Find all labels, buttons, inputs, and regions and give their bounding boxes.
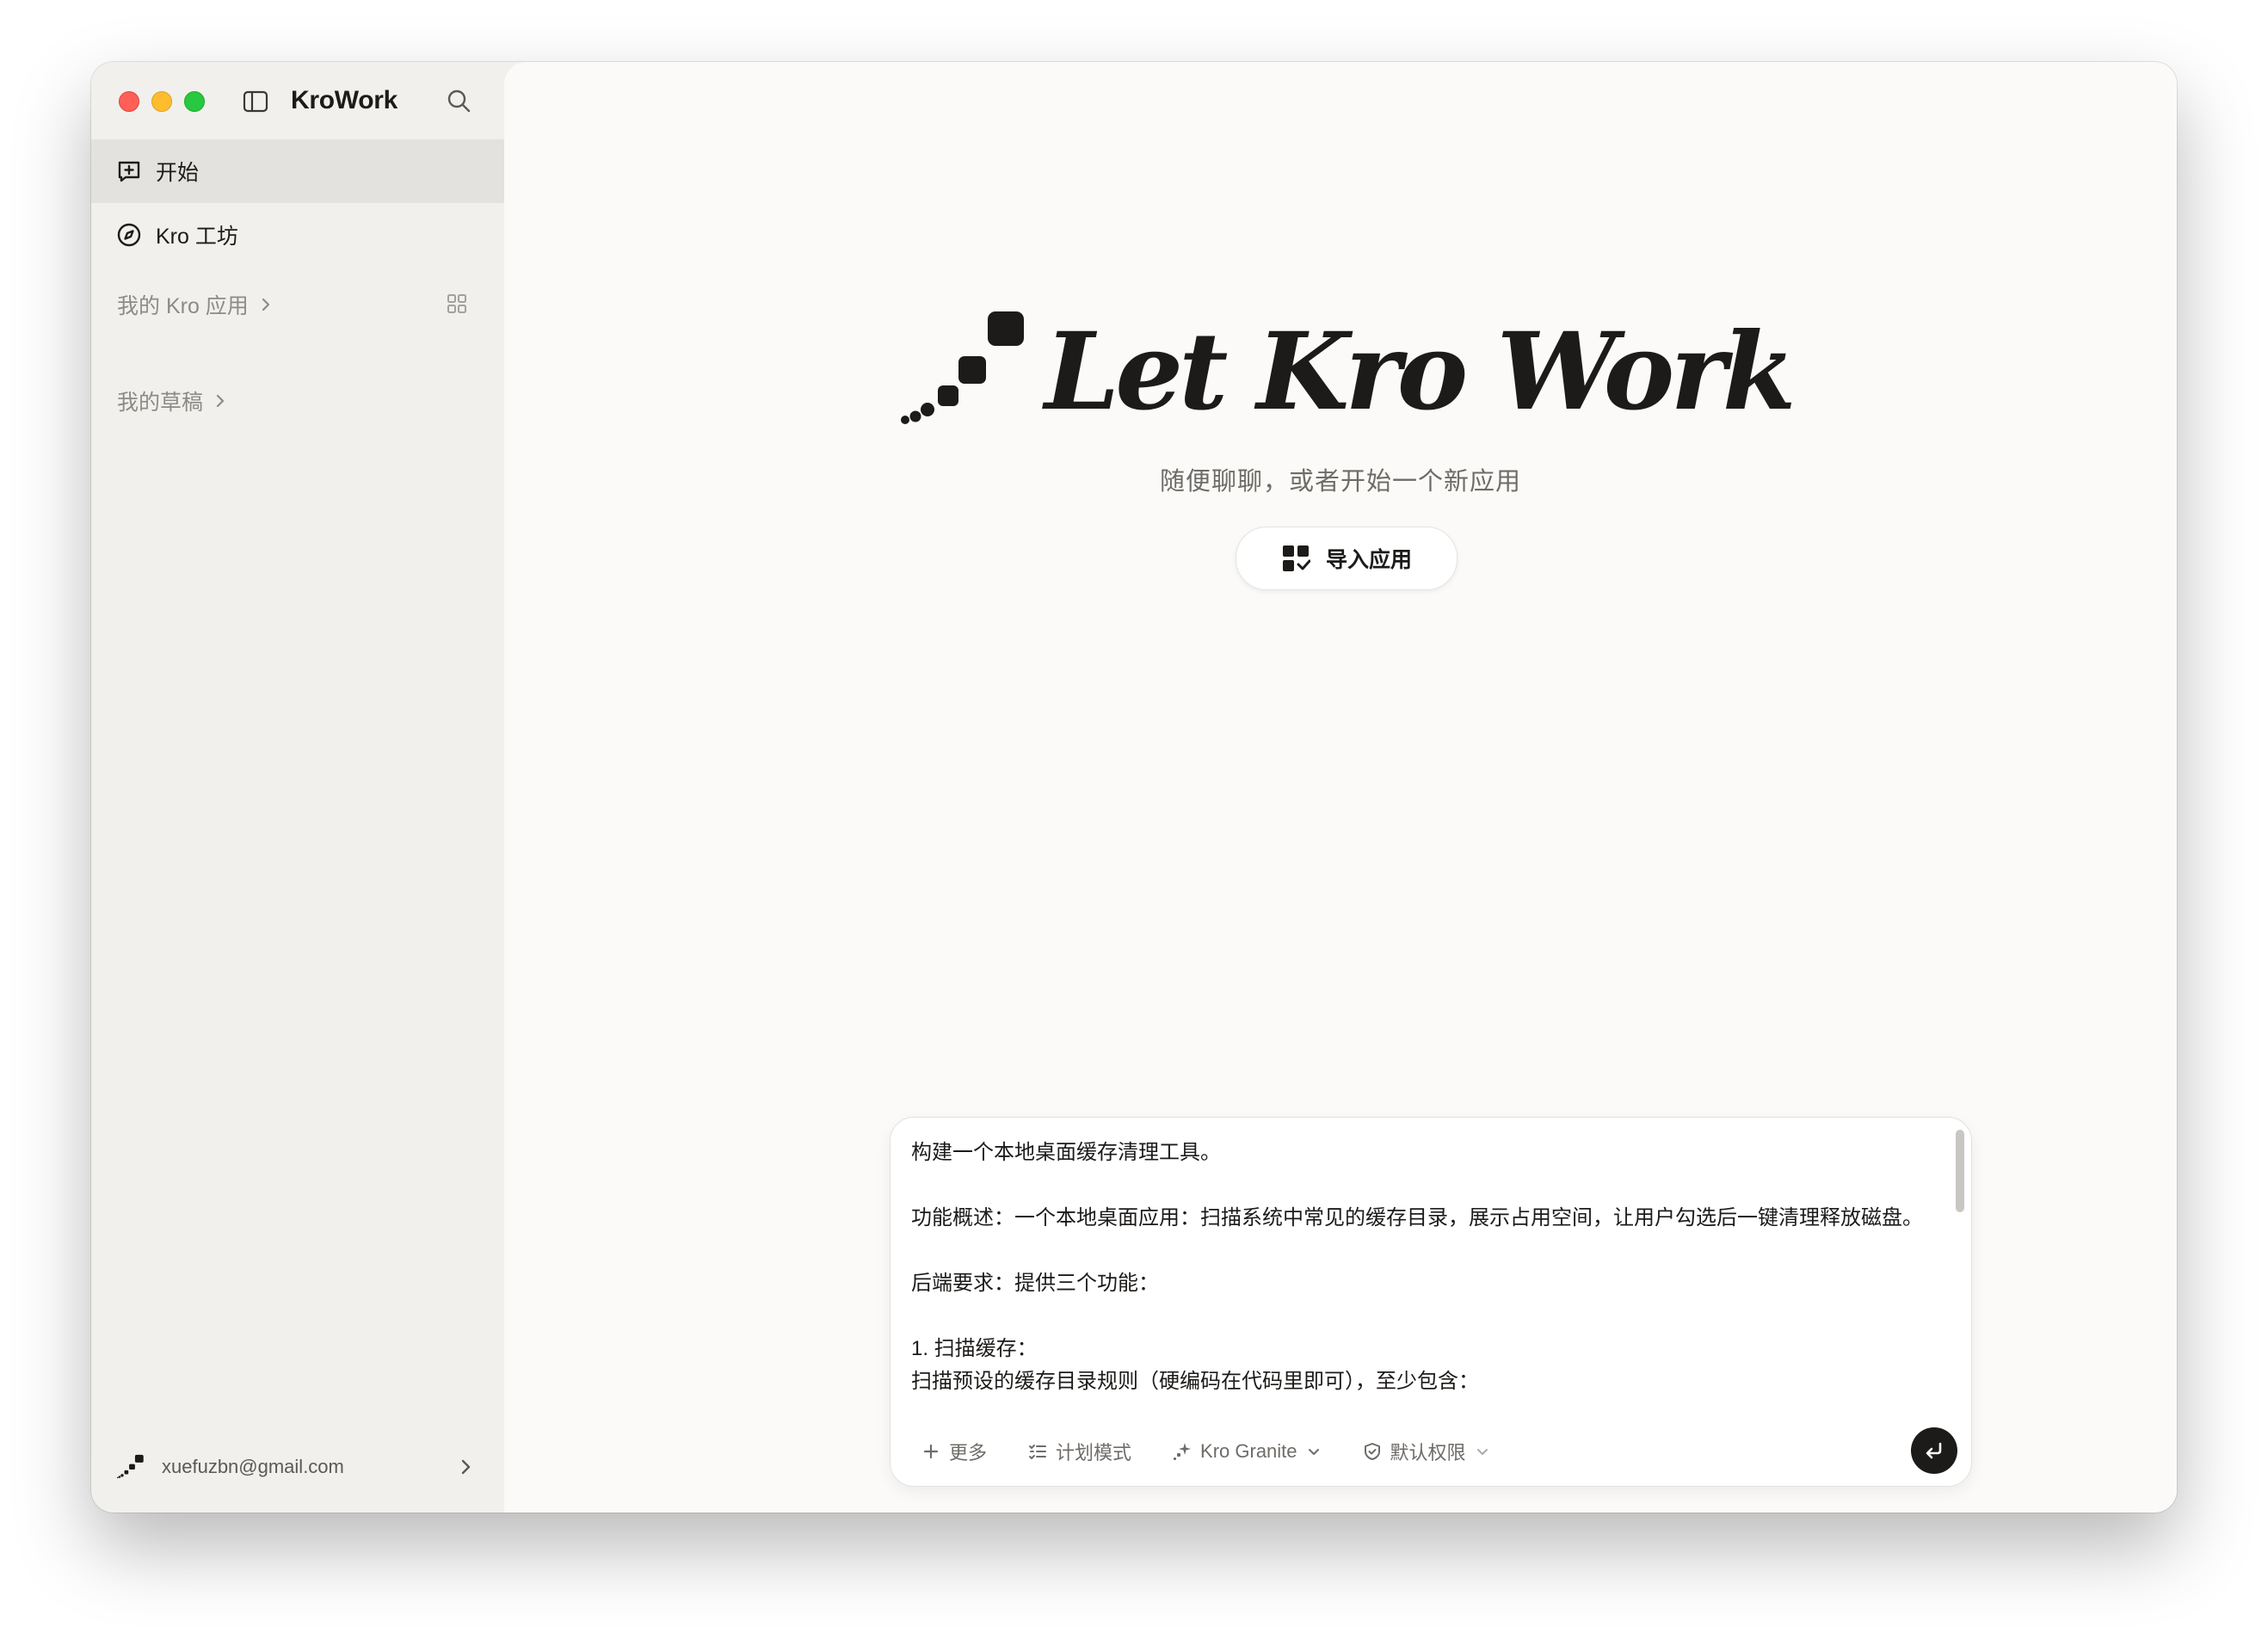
window-close-button[interactable] [119, 91, 139, 112]
hero-subtitle: 随便聊聊，或者开始一个新应用 [1159, 468, 1521, 496]
composer-scrollbar[interactable] [1956, 1130, 1964, 1212]
user-email: xuefuzbn@gmail.com [162, 1456, 344, 1477]
chevron-down-icon [1308, 1449, 1319, 1455]
more-label: 更多 [949, 1442, 988, 1464]
sidebar-item-kro-workshop[interactable]: Kro 工坊 [91, 203, 504, 267]
kro-logo-icon [901, 311, 1024, 424]
prompt-blank-line [911, 1235, 1935, 1267]
section-label: 我的 Kro 应用 [117, 294, 249, 318]
send-button[interactable] [1911, 1427, 1957, 1474]
prompt-line: 1. 扫描缓存： [911, 1337, 1038, 1360]
more-button[interactable]: 更多 [921, 1438, 987, 1465]
sparkle-icon [1174, 1443, 1192, 1460]
window-minimize-button[interactable] [151, 91, 172, 112]
my-drafts-section[interactable]: 我的草稿 [117, 385, 229, 416]
prompt-line: 后端要求：提供三个功能： [911, 1272, 1159, 1295]
chevron-right-icon [461, 1459, 471, 1475]
import-app-label: 导入应用 [1325, 548, 1412, 572]
permission-selector[interactable]: 默认权限 [1363, 1438, 1490, 1465]
checklist-icon [1029, 1445, 1047, 1459]
prompt-blank-line [911, 1169, 1935, 1202]
sidebar-item-start[interactable]: 开始 [91, 139, 504, 203]
prompt-blank-line [911, 1300, 1935, 1333]
shield-check-icon [1364, 1443, 1380, 1460]
new-chat-icon [118, 161, 140, 182]
import-app-button[interactable]: 导入应用 [1236, 527, 1458, 590]
import-app-icon [1282, 545, 1310, 571]
prompt-line: 功能概述：一个本地桌面应用：扫描系统中常见的缓存目录，展示占用空间，让用户勾选后… [911, 1206, 1923, 1229]
prompt-line: 构建一个本地桌面缓存清理工具。 [911, 1141, 1221, 1164]
permission-label: 默认权限 [1390, 1442, 1466, 1464]
sidebar-item-label: Kro 工坊 [156, 225, 238, 249]
sidebar-toggle-icon[interactable] [243, 89, 268, 114]
section-label: 我的草稿 [117, 391, 204, 415]
model-label: Kro Granite [1200, 1440, 1297, 1462]
plan-mode-label: 计划模式 [1056, 1442, 1132, 1464]
prompt-line: 扫描预设的缓存目录规则（硬编码在代码里即可），至少包含： [911, 1370, 1479, 1393]
grid-icon[interactable] [446, 293, 468, 315]
chevron-down-icon [1476, 1449, 1488, 1455]
main-panel: Let Kro Work 随便聊聊，或者开始一个新应用 导入应用 构建一个本地桌… [504, 62, 2177, 1513]
chevron-right-icon [262, 298, 269, 311]
app-window: KroWork 开始 Kro 工坊 我的 Kro 应用 我的草稿 xuefuzb… [91, 62, 2177, 1513]
model-selector[interactable]: Kro Granite [1173, 1440, 1322, 1463]
my-kro-apps-section[interactable]: 我的 Kro 应用 [117, 289, 274, 320]
sidebar: KroWork 开始 Kro 工坊 我的 Kro 应用 我的草稿 xuefuzb… [91, 62, 504, 1513]
kro-logo-icon [117, 1454, 144, 1479]
composer-toolbar: 更多 计划模式 Kro Granite 默认权限 [921, 1434, 1490, 1469]
enter-icon [1926, 1442, 1942, 1459]
hero-title: Let Kro Work [1045, 310, 1797, 434]
chat-composer: 构建一个本地桌面缓存清理工具。 功能概述：一个本地桌面应用：扫描系统中常见的缓存… [890, 1117, 1972, 1487]
hero: Let Kro Work [504, 310, 2177, 434]
app-title: KroWork [291, 86, 398, 114]
compass-icon [117, 223, 141, 247]
plus-icon [923, 1444, 939, 1459]
sidebar-item-label: 开始 [156, 161, 200, 185]
plan-mode-button[interactable]: 计划模式 [1028, 1438, 1131, 1465]
search-icon[interactable] [446, 88, 471, 114]
window-zoom-button[interactable] [184, 91, 205, 112]
chevron-right-icon [216, 394, 225, 408]
user-account-row[interactable]: xuefuzbn@gmail.com [91, 1445, 504, 1490]
prompt-textarea[interactable]: 构建一个本地桌面缓存清理工具。 功能概述：一个本地桌面应用：扫描系统中常见的缓存… [911, 1137, 1935, 1436]
